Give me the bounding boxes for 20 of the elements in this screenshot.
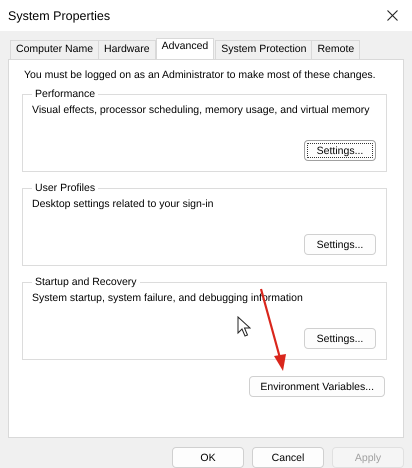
group-description: Visual effects, processor scheduling, memory usage, and virtual memory: [32, 104, 371, 116]
ok-button[interactable]: OK: [172, 447, 244, 468]
settings-button[interactable]: Settings...: [304, 140, 376, 161]
tab[interactable]: Computer Name: [10, 40, 100, 59]
window-title: System Properties: [8, 8, 110, 22]
close-icon[interactable]: [387, 10, 398, 21]
cancel-button[interactable]: Cancel: [252, 447, 324, 468]
group-description: Desktop settings related to your sign-in: [32, 198, 215, 210]
tab[interactable]: Remote: [311, 40, 360, 59]
tab[interactable]: System Protection: [215, 40, 312, 59]
settings-button[interactable]: Settings...: [304, 234, 376, 255]
environment-variables-button[interactable]: Environment Variables...: [249, 376, 385, 397]
group-title: Startup and Recovery: [34, 276, 138, 288]
admin-notice: You must be logged on as an Administrator to make most of these changes.: [24, 69, 377, 81]
settings-button[interactable]: Settings...: [304, 328, 376, 349]
group-title: User Profiles: [34, 182, 96, 194]
group-title: Performance: [34, 88, 96, 100]
mouse-cursor-icon: [237, 316, 251, 338]
tab[interactable]: Hardware: [98, 40, 156, 59]
tab[interactable]: Advanced: [156, 38, 214, 59]
